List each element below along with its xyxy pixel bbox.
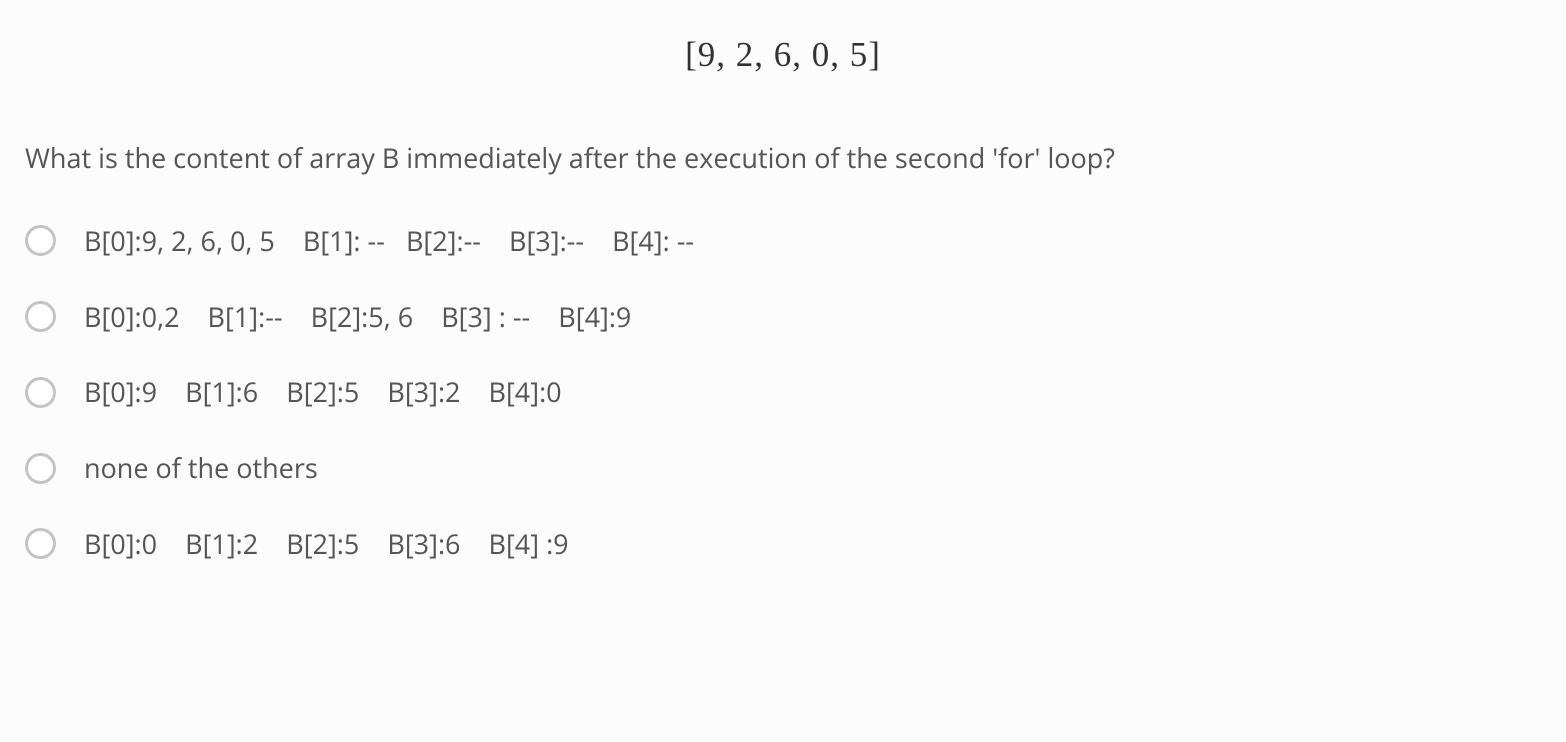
- radio-icon: [25, 377, 56, 408]
- array-formula: [9, 2, 6, 0, 5]: [25, 30, 1541, 79]
- option-label: B[0]:9, 2, 6, 0, 5 B[1]: -- B[2]:-- B[3]…: [84, 222, 694, 260]
- option-3[interactable]: B[0]:9 B[1]:6 B[2]:5 B[3]:2 B[4]:0: [25, 373, 1541, 411]
- option-label: B[0]:0,2 B[1]:-- B[2]:5, 6 B[3] : -- B[4…: [84, 298, 631, 336]
- option-label: none of the others: [84, 449, 318, 487]
- radio-icon: [25, 528, 56, 559]
- option-2[interactable]: B[0]:0,2 B[1]:-- B[2]:5, 6 B[3] : -- B[4…: [25, 298, 1541, 336]
- radio-icon: [25, 453, 56, 484]
- option-label: B[0]:9 B[1]:6 B[2]:5 B[3]:2 B[4]:0: [84, 373, 562, 411]
- options-container: B[0]:9, 2, 6, 0, 5 B[1]: -- B[2]:-- B[3]…: [25, 222, 1541, 563]
- radio-icon: [25, 225, 56, 256]
- question-text: What is the content of array B immediate…: [25, 139, 1541, 177]
- radio-icon: [25, 301, 56, 332]
- option-1[interactable]: B[0]:9, 2, 6, 0, 5 B[1]: -- B[2]:-- B[3]…: [25, 222, 1541, 260]
- option-4[interactable]: none of the others: [25, 449, 1541, 487]
- option-label: B[0]:0 B[1]:2 B[2]:5 B[3]:6 B[4] :9: [84, 525, 569, 563]
- option-5[interactable]: B[0]:0 B[1]:2 B[2]:5 B[3]:6 B[4] :9: [25, 525, 1541, 563]
